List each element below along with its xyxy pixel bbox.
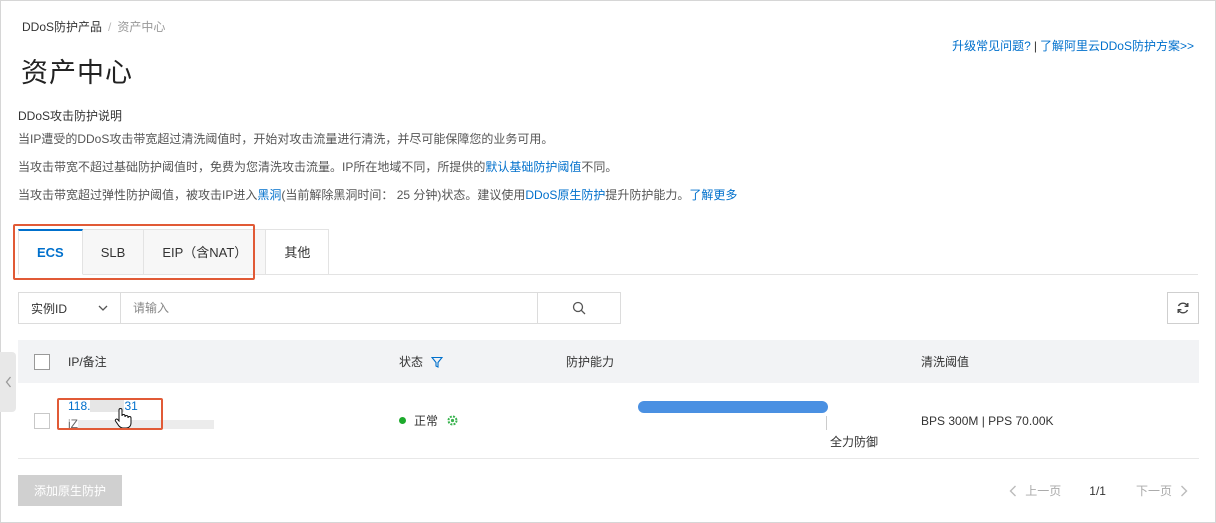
search-field-select[interactable]: 实例ID [19,293,121,323]
filter-icon[interactable] [431,356,444,368]
asset-table: IP/备注 状态 防护能力 清洗阈值 118. 31 iZ 正常 全力防御 BPS… [18,340,1199,459]
search-input[interactable] [121,293,537,323]
instance-note: iZ [68,417,214,431]
prev-label: 上一页 [1025,484,1062,498]
tabs-divider [310,274,1198,275]
sidebar-collapse-handle[interactable] [0,352,16,412]
blackhole-link[interactable]: 黑洞 [257,188,281,202]
faq-link[interactable]: 升级常见问题? [952,39,1031,53]
chevron-right-icon [1181,485,1188,496]
note-prefix: iZ [68,416,78,431]
header-status-label: 状态 [399,355,424,369]
header-capacity: 防护能力 [566,355,615,369]
description-line-1: 当IP遭受的DDoS攻击带宽超过清洗阈值时，开始对攻击流量进行清洗，并尽可能保障… [18,132,554,146]
table-row: 118. 31 iZ 正常 全力防御 BPS 300M | PPS 70.00K [18,383,1199,459]
learn-ddos-link[interactable]: 了解阿里云DDoS防护方案>> [1040,39,1194,53]
tab-eip[interactable]: EIP（含NAT） [144,229,267,275]
native-protection-link[interactable]: DDoS原生防护 [525,188,605,202]
redacted-note [78,419,214,429]
status-dot [399,417,406,424]
select-value: 实例ID [31,301,68,316]
top-links: 升级常见问题? | 了解阿里云DDoS防护方案>> [952,37,1194,54]
row-checkbox[interactable] [34,412,50,429]
select-all-checkbox[interactable] [34,353,50,370]
chevron-left-icon [1009,485,1017,496]
prev-page-button[interactable]: 上一页 [1009,482,1061,499]
status-text: 正常 [414,414,439,428]
breadcrumb-separator: / [108,20,112,34]
search-icon [572,301,586,315]
capacity-tick [826,416,827,430]
link-divider: | [1033,39,1037,53]
description-text: (当前解除黑洞时间： 25 分钟)状态。建议使用 [281,188,526,202]
description-text: 当攻击带宽不超过基础防护阈值时，免费为您清洗攻击流量。IP所在地域不同，所提供的 [18,160,486,174]
learn-more-link[interactable]: 了解更多 [689,188,737,202]
pagination: 上一页 1/1 下一页 [1009,482,1188,499]
page-indicator: 1/1 [1089,483,1106,498]
description-text: 不同。 [581,160,618,174]
description-heading: DDoS攻击防护说明 [18,109,123,123]
tab-slb[interactable]: SLB [82,229,145,275]
description-line-3: 当攻击带宽超过弹性防护阈值，被攻击IP进入黑洞(当前解除黑洞时间： 25 分钟)… [18,188,737,202]
asset-tabs: ECS SLB EIP（含NAT） 其他 [18,229,330,275]
chevron-down-icon [98,305,108,311]
search-bar: 实例ID [18,292,621,324]
status-cell: 正常 [399,383,459,458]
default-threshold-link[interactable]: 默认基础防护阈值 [485,160,581,174]
search-button[interactable] [537,293,620,323]
description-text: 提升防护能力。 [605,188,690,202]
description-line-2: 当攻击带宽不超过基础防护阈值时，免费为您清洗攻击流量。IP所在地域不同，所提供的… [18,160,617,174]
breadcrumb-current: 资产中心 [117,20,166,34]
capacity-label: 全力防御 [830,435,879,449]
refresh-icon [1177,302,1189,314]
tab-other[interactable]: 其他 [266,229,330,275]
add-native-protection-button[interactable]: 添加原生防护 [18,475,122,506]
next-page-button[interactable]: 下一页 [1136,482,1188,499]
threshold-value: BPS 300M | PPS 70.00K [921,413,1054,428]
page-title: 资产中心 [21,58,133,88]
breadcrumb: DDoS防护产品 / 资产中心 [22,18,165,35]
header-status: 状态 [399,340,444,383]
hand-cursor-icon [114,408,132,429]
refresh-button[interactable] [1167,292,1199,324]
tab-ecs[interactable]: ECS [18,229,83,275]
description-text: 当攻击带宽超过弹性防护阈值，被攻击IP进入 [18,188,258,202]
chevron-left-icon [5,376,11,388]
header-threshold: 清洗阈值 [921,355,970,369]
capacity-bar [638,401,828,413]
breadcrumb-root[interactable]: DDoS防护产品 [22,20,102,34]
settings-icon[interactable] [446,414,459,427]
next-label: 下一页 [1135,484,1172,498]
ip-prefix: 118. [68,398,91,413]
